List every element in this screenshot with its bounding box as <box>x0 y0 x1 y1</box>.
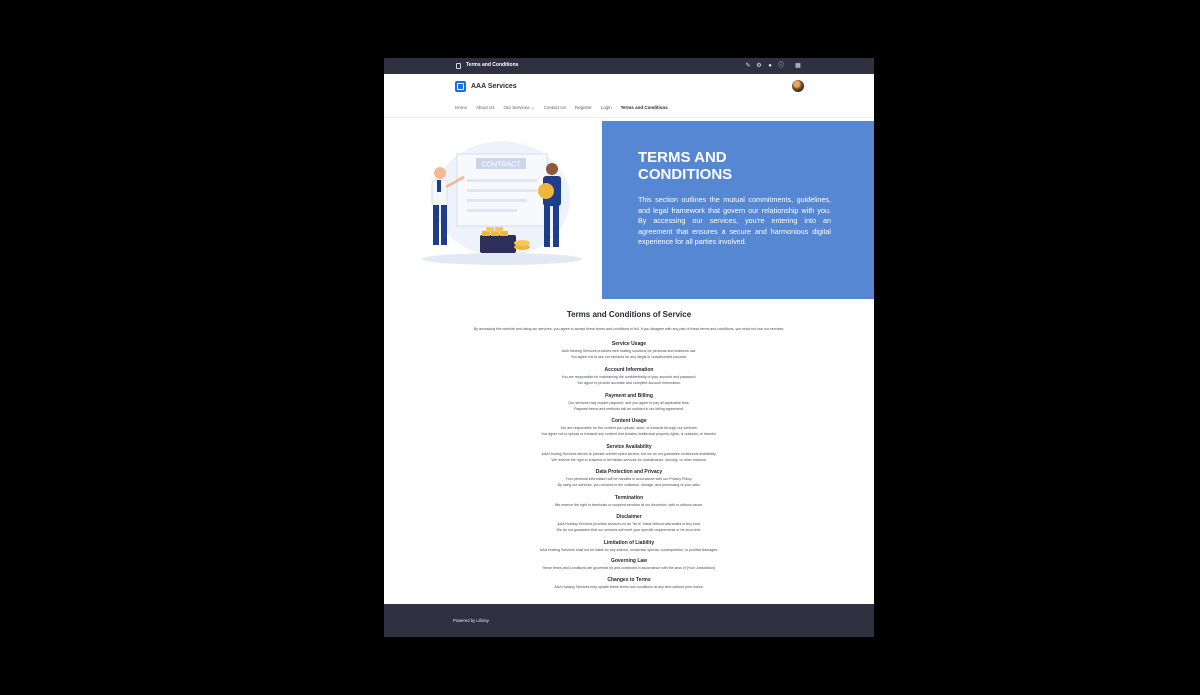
info-icon[interactable]: ⓘ <box>777 62 785 70</box>
hero-panel: TERMS AND CONDITIONS This section outlin… <box>602 121 874 299</box>
section-line: AAA Hosting Services may update these te… <box>554 585 704 589</box>
terms-section-content-usage: Content Usage You are responsible for th… <box>384 418 874 437</box>
apps-grid-icon[interactable]: ▦ <box>794 62 802 70</box>
hero-title: TERMS AND CONDITIONS <box>638 149 733 183</box>
section-line: By using our services, you consent to th… <box>557 483 701 487</box>
sidebar-toggle-icon[interactable] <box>456 63 461 69</box>
site-logo[interactable] <box>455 81 466 92</box>
section-heading: Content Usage <box>611 418 647 424</box>
site-name[interactable]: AAA Services <box>471 83 517 90</box>
site-footer: Powered by Liferay <box>384 604 874 637</box>
section-line: You agree to provide accurate and comple… <box>577 381 681 385</box>
section-heading: Termination <box>614 495 644 501</box>
section-heading: Limitation of Liability <box>603 540 655 546</box>
section-heading: Data Protection and Privacy <box>595 469 663 475</box>
main-navigation: Home About Us Our Services ⌄ Contact Us … <box>455 105 677 111</box>
pencil-icon[interactable]: ✎ <box>744 62 752 70</box>
admin-control-bar: Terms and Conditions ✎ ⚙ ● ⓘ ▦ <box>384 58 874 74</box>
browser-page: Terms and Conditions ✎ ⚙ ● ⓘ ▦ AAA Servi… <box>384 58 874 637</box>
terms-title: Terms and Conditions of Service <box>566 310 692 319</box>
circle-icon[interactable]: ● <box>766 62 774 70</box>
avatar[interactable] <box>792 80 804 92</box>
nav-our-services-label: Our Services <box>503 105 530 110</box>
terms-section-service-availability: Service Availability AAA Hosting Service… <box>384 444 874 463</box>
section-line: AAA Hosting Services shall not be liable… <box>539 548 719 552</box>
section-heading: Disclaimer <box>616 514 642 520</box>
section-heading: Service Availability <box>606 444 652 450</box>
terms-section-disclaimer: Disclaimer AAA Hosting Services provides… <box>384 514 874 533</box>
gear-icon[interactable]: ⚙ <box>755 62 763 70</box>
chevron-down-icon: ⌄ <box>530 105 535 110</box>
terms-section-changes-to-terms: Changes to Terms AAA Hosting Services ma… <box>384 577 874 590</box>
nav-login[interactable]: Login <box>601 105 612 111</box>
terms-section-service-usage: Service Usage AAA Hosting Services provi… <box>384 341 874 360</box>
section-line: We reserve the right to terminate or sus… <box>554 503 704 507</box>
section-line: We do not guarantee that our services wi… <box>556 528 702 532</box>
admin-page-title: Terms and Conditions <box>466 62 519 68</box>
section-heading: Changes to Terms <box>607 577 651 583</box>
terms-section-termination: Termination We reserve the right to term… <box>384 495 874 508</box>
section-heading: Service Usage <box>611 341 647 347</box>
section-heading: Governing Law <box>610 558 648 564</box>
section-heading: Payment and Billing <box>605 393 653 399</box>
contract-label: CONTRACT <box>482 162 522 169</box>
nav-about-us[interactable]: About Us <box>476 105 495 111</box>
terms-section-limitation-of-liability: Limitation of Liability AAA Hosting Serv… <box>384 540 874 553</box>
nav-terms-and-conditions[interactable]: Terms and Conditions <box>621 105 668 111</box>
section-line: You agree not to use our services for an… <box>570 355 688 359</box>
footer-powered-by[interactable]: Powered by Liferay <box>453 618 489 623</box>
terms-section-data-protection: Data Protection and Privacy Your persona… <box>384 469 874 488</box>
nav-home[interactable]: Home <box>455 105 467 111</box>
site-header: AAA Services Home About Us Our Services … <box>384 74 874 118</box>
contract-illustration: CONTRACT <box>422 141 582 265</box>
terms-section-payment-and-billing: Payment and Billing Our services may req… <box>384 393 874 412</box>
section-line: Payment terms and methods will be outlin… <box>574 407 684 411</box>
section-line: You agree not to upload or transmit any … <box>541 432 717 436</box>
terms-intro: By accessing this website and using our … <box>473 327 785 331</box>
nav-register[interactable]: Register <box>575 105 592 111</box>
terms-section-governing-law: Governing Law These terms and conditions… <box>384 558 874 571</box>
hero-description: This section outlines the mutual commitm… <box>638 195 831 246</box>
section-line: These terms and conditions are governed … <box>541 566 717 570</box>
terms-section-account-information: Account Information You are responsible … <box>384 367 874 386</box>
nav-contact-us[interactable]: Contact Us <box>544 105 566 111</box>
section-line: We reserve the right to suspend or termi… <box>551 458 707 462</box>
nav-our-services[interactable]: Our Services ⌄ <box>504 105 535 111</box>
section-heading: Account Information <box>604 367 654 373</box>
hero-section: CONTRACT TERMS AND CONDITIONS This secti… <box>384 119 874 299</box>
